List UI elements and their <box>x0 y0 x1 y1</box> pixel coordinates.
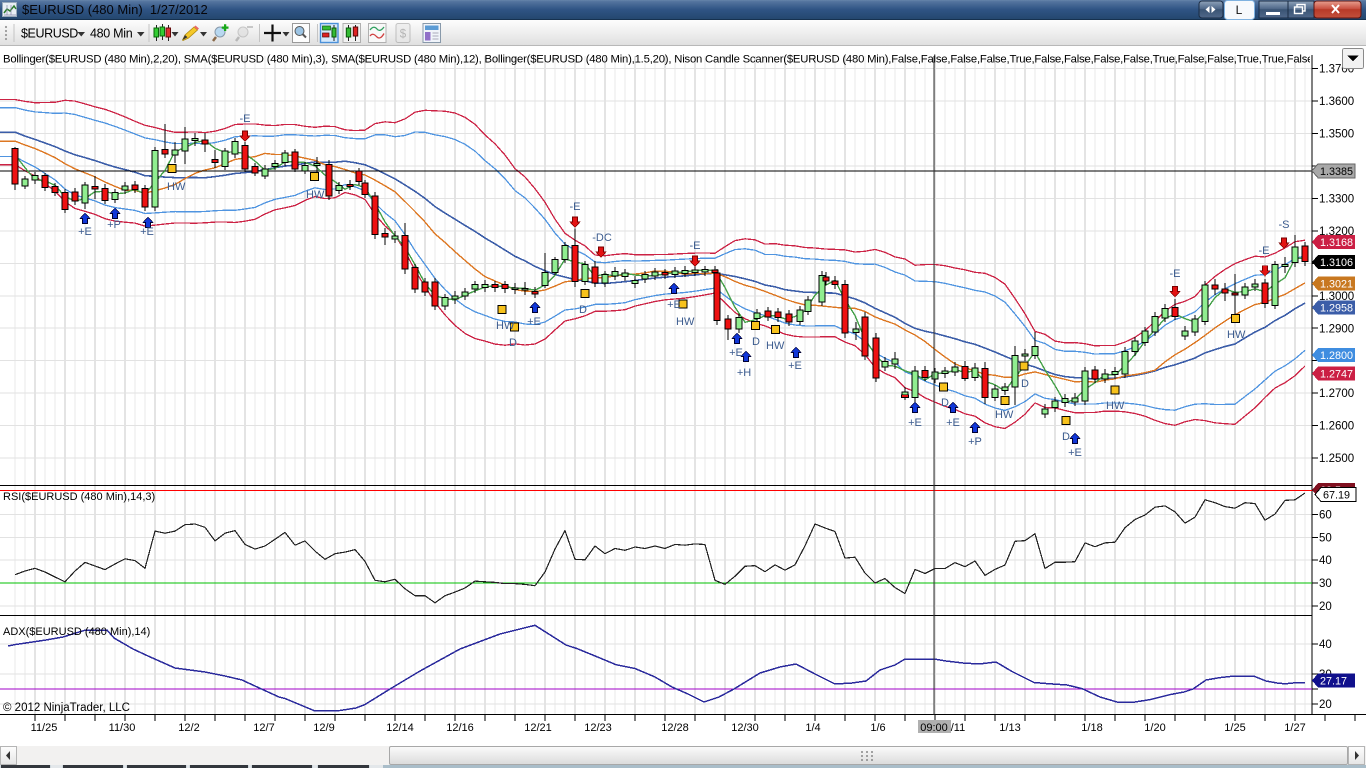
svg-text:40: 40 <box>1319 639 1332 651</box>
svg-text:HW: HW <box>167 181 186 193</box>
svg-text:+H: +H <box>737 367 751 379</box>
svg-text:/11: /11 <box>951 722 965 734</box>
svg-text:1.3021: 1.3021 <box>1320 279 1353 291</box>
svg-text:HW: HW <box>1106 400 1125 412</box>
svg-text:HW: HW <box>496 320 515 332</box>
svg-text:12/28: 12/28 <box>661 722 689 734</box>
svg-text:12/23: 12/23 <box>584 722 612 734</box>
svg-text:1/18: 1/18 <box>1081 722 1102 734</box>
svg-text:1.2700: 1.2700 <box>1319 388 1354 400</box>
svg-text:-E: -E <box>570 201 581 213</box>
svg-text:© 2012 NinjaTrader, LLC: © 2012 NinjaTrader, LLC <box>3 702 130 714</box>
svg-text:1.2900: 1.2900 <box>1319 323 1354 335</box>
svg-text:D: D <box>752 336 760 348</box>
svg-text:1.3168: 1.3168 <box>1320 237 1353 249</box>
svg-text:12/30: 12/30 <box>731 722 759 734</box>
svg-text:-DC: -DC <box>592 232 612 244</box>
svg-text:1.3500: 1.3500 <box>1319 129 1354 141</box>
svg-text:D: D <box>1021 378 1029 390</box>
svg-text:$EURUSD: $EURUSD <box>21 27 78 41</box>
svg-text:11/25: 11/25 <box>31 722 58 734</box>
svg-text:$: $ <box>400 29 407 41</box>
svg-text:1/20: 1/20 <box>1144 722 1165 734</box>
svg-text:-E: -E <box>240 113 251 125</box>
svg-text:+E: +E <box>729 347 743 359</box>
svg-text:1.2958: 1.2958 <box>1320 303 1353 315</box>
svg-text:Bollinger($EURUSD (480 Min),2,: Bollinger($EURUSD (480 Min),2,20), SMA($… <box>3 54 1331 66</box>
svg-text:+E: +E <box>527 316 541 328</box>
svg-text:20: 20 <box>1319 699 1332 711</box>
svg-text:20: 20 <box>1319 601 1332 613</box>
svg-text:12/7: 12/7 <box>253 722 274 734</box>
svg-text:+E: +E <box>667 299 681 311</box>
svg-text:D: D <box>941 397 949 409</box>
svg-text:1/25: 1/25 <box>1224 722 1245 734</box>
svg-text:67.19: 67.19 <box>1323 490 1350 502</box>
svg-text:RSI($EURUSD (480 Min),14,3): RSI($EURUSD (480 Min),14,3) <box>3 491 155 503</box>
svg-text:09:00: 09:00 <box>920 722 948 734</box>
svg-text:HW: HW <box>766 340 785 352</box>
svg-text:1/4: 1/4 <box>805 722 820 734</box>
svg-text:12/21: 12/21 <box>524 722 552 734</box>
svg-text:1/13: 1/13 <box>999 722 1020 734</box>
svg-text:12/16: 12/16 <box>446 722 474 734</box>
svg-text:+E: +E <box>140 226 154 238</box>
svg-text:D: D <box>579 304 587 316</box>
svg-text:1/27: 1/27 <box>1284 722 1305 734</box>
svg-text:+P: +P <box>968 436 982 448</box>
svg-text:D: D <box>509 337 517 349</box>
svg-text:-E: -E <box>690 240 701 252</box>
svg-text:-E: -E <box>1170 268 1181 280</box>
svg-text:HW: HW <box>676 316 695 328</box>
svg-text:D: D <box>1062 431 1070 443</box>
svg-text:12/14: 12/14 <box>386 722 414 734</box>
svg-text:HW: HW <box>995 409 1014 421</box>
svg-text:+E: +E <box>1068 447 1082 459</box>
svg-text:1.3385: 1.3385 <box>1320 166 1353 178</box>
svg-text:1.2800: 1.2800 <box>1320 350 1353 362</box>
svg-text:+E: +E <box>78 226 92 238</box>
svg-text:1.2747: 1.2747 <box>1320 369 1353 381</box>
svg-text:12/9: 12/9 <box>313 722 334 734</box>
svg-text:+E: +E <box>908 417 922 429</box>
svg-text:12/2: 12/2 <box>178 722 199 734</box>
svg-text:-S: -S <box>1279 219 1290 231</box>
svg-text:HW: HW <box>1227 329 1246 341</box>
svg-text:1.3106: 1.3106 <box>1320 257 1353 269</box>
svg-text:L: L <box>1236 3 1243 17</box>
svg-text:1.3300: 1.3300 <box>1319 193 1354 205</box>
svg-text:+E: +E <box>946 417 960 429</box>
svg-text:HW: HW <box>306 189 325 201</box>
svg-text:11/30: 11/30 <box>109 722 136 734</box>
svg-text:1/6: 1/6 <box>870 722 885 734</box>
svg-text:ADX($EURUSD (480 Min),14): ADX($EURUSD (480 Min),14) <box>3 626 150 638</box>
svg-text:480 Min: 480 Min <box>90 27 133 41</box>
svg-text:-E: -E <box>1259 245 1270 257</box>
svg-text:1.2500: 1.2500 <box>1319 453 1354 465</box>
svg-text:1.3600: 1.3600 <box>1319 96 1354 108</box>
svg-text:+P: +P <box>107 219 121 231</box>
svg-text:30: 30 <box>1319 578 1332 590</box>
svg-text:60: 60 <box>1319 510 1332 522</box>
svg-text:40: 40 <box>1319 555 1332 567</box>
svg-text:+E: +E <box>788 360 802 372</box>
svg-text:50: 50 <box>1319 532 1332 544</box>
svg-text:1.2600: 1.2600 <box>1319 421 1354 433</box>
svg-text:27.17: 27.17 <box>1320 676 1347 688</box>
